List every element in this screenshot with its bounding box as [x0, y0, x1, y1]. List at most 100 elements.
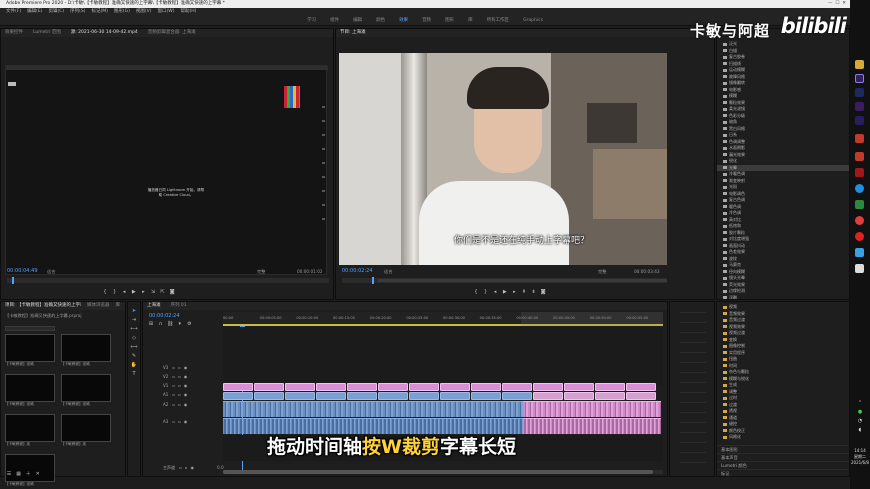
tab-lumetri-scopes[interactable]: Lumetri 范围	[33, 29, 61, 37]
track-header[interactable]: 主声道 ▫ ▫ ◉	[163, 464, 223, 472]
caption-clip[interactable]	[223, 383, 253, 391]
tab-effect-controls[interactable]: 效果控件	[5, 29, 23, 37]
after-effects-icon[interactable]	[855, 102, 864, 111]
lock-icon[interactable]: ▫	[172, 402, 175, 407]
track-header[interactable]: A3 ▫ ▫ ◉	[163, 418, 223, 426]
app-icon-white[interactable]	[855, 264, 864, 273]
caption-clip[interactable]	[564, 383, 594, 391]
wechat-icon[interactable]	[855, 200, 864, 209]
volume-icon[interactable]: ◖	[859, 427, 862, 433]
program-timecode[interactable]: 00:00:02:24	[342, 268, 373, 274]
eye-icon[interactable]: ◉	[184, 365, 188, 370]
project-thumbnail[interactable]: 【卡敏教程】准确	[5, 334, 55, 368]
program-fit-select[interactable]: 适合	[384, 269, 392, 275]
tab-project[interactable]: 项目: 【卡敏教程】准确又快速的上字幕	[5, 302, 81, 310]
razor-tool-icon[interactable]: ◇	[130, 335, 138, 341]
extract-icon[interactable]: ⇟	[530, 289, 538, 295]
mark-out-icon[interactable]: }	[111, 289, 119, 295]
workspace-tab-learn[interactable]: 学习	[307, 16, 316, 25]
workspace-tab-editing[interactable]: 编辑	[353, 16, 362, 25]
trash-icon[interactable]: ✕	[34, 471, 42, 477]
video-clip[interactable]	[378, 392, 408, 400]
edge-icon[interactable]	[855, 184, 864, 193]
tray-clock[interactable]: 14:14 星期二 2021/6/8	[850, 448, 870, 466]
timeline-zoom-bar[interactable]	[223, 470, 663, 474]
eye-icon[interactable]: ◉	[184, 383, 188, 388]
lock-icon[interactable]: ▫	[172, 365, 175, 370]
track-header[interactable]: V3 ▫ ▫ ◉	[163, 364, 223, 372]
a1-audio-clip-2[interactable]	[523, 401, 661, 417]
insert-icon[interactable]: ⇲	[149, 289, 157, 295]
slip-tool-icon[interactable]: ⟺	[130, 344, 138, 350]
step-forward-icon[interactable]: ▸	[139, 289, 147, 295]
tab-source[interactable]: 源: 2021-06-30 14-09-42.mp4	[71, 29, 138, 37]
eye-icon[interactable]: ◉	[190, 465, 194, 470]
caption-clip[interactable]	[595, 383, 625, 391]
source-scrub-bar[interactable]	[7, 277, 329, 284]
project-thumbnail[interactable]: 【卡敏教程】准	[61, 414, 111, 448]
menu-graphics[interactable]: 图形(G)	[114, 8, 130, 16]
program-playhead[interactable]	[372, 277, 374, 284]
tray-arrow-icon[interactable]: ⌃	[858, 400, 862, 406]
video-clip[interactable]	[502, 392, 532, 400]
eye-icon[interactable]: ◉	[184, 402, 188, 407]
acrobat-icon[interactable]	[855, 152, 864, 161]
linked-icon[interactable]: ⛓	[166, 321, 174, 327]
source-quality-select[interactable]: 完整	[257, 269, 265, 275]
network-icon[interactable]: ◔	[858, 418, 862, 424]
mark-in-icon[interactable]: {	[101, 289, 109, 295]
panel-list-item[interactable]: Lumetri 颜色	[717, 460, 849, 469]
caption-clip[interactable]	[502, 383, 532, 391]
sync-icon[interactable]: ▫	[178, 402, 181, 407]
video-clip[interactable]	[285, 392, 315, 400]
workspace-tab-all[interactable]: 所有工作区	[487, 16, 510, 25]
caption-clip[interactable]	[378, 383, 408, 391]
caption-clip[interactable]	[409, 383, 439, 391]
menu-file[interactable]: 文件(F)	[6, 8, 21, 16]
step-back-icon[interactable]: ◂	[120, 289, 128, 295]
caption-clip[interactable]	[533, 383, 563, 391]
track-header[interactable]: V2 ▫ ▫ ◉	[163, 373, 223, 381]
eye-icon[interactable]: ◉	[184, 419, 188, 424]
lift-icon[interactable]: ⇞	[520, 289, 528, 295]
source-playhead[interactable]	[12, 277, 14, 284]
track-header[interactable]: A2 ▫ ▫ ◉	[163, 401, 223, 409]
eye-icon[interactable]: ◉	[184, 374, 188, 379]
nest-icon[interactable]: ⊞	[147, 321, 155, 327]
video-clip[interactable]	[223, 392, 253, 400]
tab-audio-mixer[interactable]: 音频剪辑混合器: 上海滩	[148, 29, 196, 37]
sync-icon[interactable]: ▫	[178, 374, 181, 379]
workspace-tab-audio[interactable]: 音频	[422, 16, 431, 25]
panel-list-item[interactable]: 基本图形	[717, 444, 849, 453]
project-thumbnail[interactable]: 【卡敏教程】准确	[5, 374, 55, 408]
tab-program[interactable]: 节目: 上海滩	[340, 29, 365, 37]
program-play-icon[interactable]: ▶	[501, 289, 509, 295]
program-step-forward-icon[interactable]: ▸	[510, 289, 518, 295]
menu-window[interactable]: 窗口(W)	[158, 8, 175, 16]
track-header[interactable]: A1 ▫ ▫ ◉	[163, 391, 223, 399]
tab-libraries[interactable]: 库	[116, 302, 121, 310]
adobe-icon[interactable]	[855, 134, 864, 143]
timeline-ruler[interactable]: 00:00 00:00:05:00 00:00:10:00 00:00:15:00 00…	[223, 312, 663, 326]
caption-clip[interactable]	[626, 383, 656, 391]
workspace-tab-effects[interactable]: 效果	[399, 16, 408, 25]
source-fit-select[interactable]: 适合	[47, 269, 55, 275]
marker-icon[interactable]: ▾	[176, 321, 184, 327]
program-step-back-icon[interactable]: ◂	[491, 289, 499, 295]
sync-icon[interactable]: ▫	[178, 392, 181, 397]
lock-icon[interactable]: ▫	[172, 419, 175, 424]
app-icon-red[interactable]	[855, 168, 864, 177]
program-camera-icon[interactable]: ◙	[539, 289, 547, 295]
caption-clip[interactable]	[471, 383, 501, 391]
hand-tool-icon[interactable]: ✋	[130, 362, 138, 368]
lock-icon[interactable]: ▫	[172, 392, 175, 397]
eye-icon[interactable]: ◉	[184, 392, 188, 397]
sync-icon[interactable]: ▫	[178, 419, 181, 424]
workspace-tab-graphics[interactable]: 图形	[445, 16, 454, 25]
video-clip[interactable]	[347, 392, 377, 400]
video-clip[interactable]	[440, 392, 470, 400]
video-clip[interactable]	[533, 392, 563, 400]
menu-edit[interactable]: 编辑(E)	[27, 8, 42, 16]
tab-sequence-01[interactable]: 序列 01	[171, 302, 187, 310]
type-tool-icon[interactable]: T	[130, 371, 138, 377]
